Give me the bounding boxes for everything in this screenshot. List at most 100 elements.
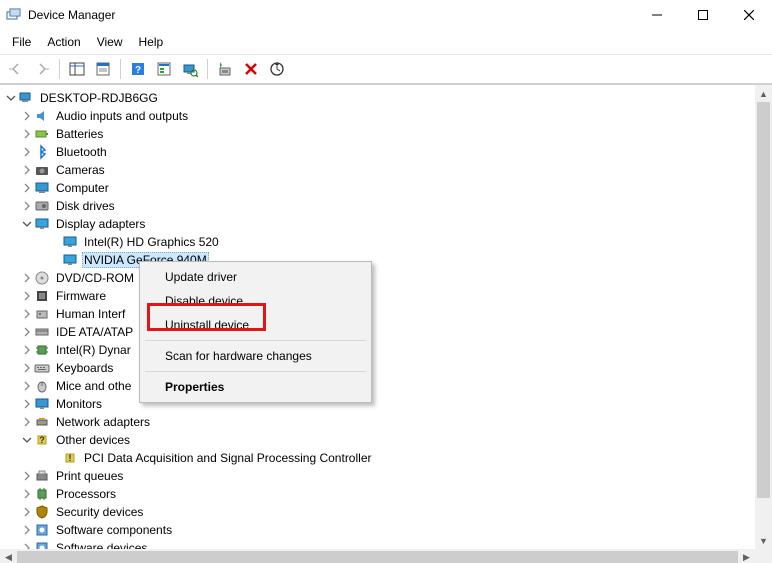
- expand-collapse-icon[interactable]: [20, 217, 34, 231]
- expand-collapse-icon[interactable]: [20, 343, 34, 357]
- maximize-button[interactable]: [680, 0, 726, 30]
- tree-category[interactable]: Software devices: [4, 539, 755, 549]
- camera-icon: [34, 162, 50, 178]
- expand-collapse-icon[interactable]: [20, 289, 34, 303]
- other-icon: ?: [34, 432, 50, 448]
- expand-collapse-icon[interactable]: [20, 163, 34, 177]
- scroll-up-button[interactable]: ▲: [755, 85, 772, 102]
- titlebar: Device Manager: [0, 0, 772, 30]
- forward-button[interactable]: [30, 57, 54, 81]
- tree-category[interactable]: Cameras: [4, 161, 755, 179]
- scroll-thumb-v[interactable]: [757, 102, 770, 498]
- enable-device-button[interactable]: [213, 57, 237, 81]
- tree-category[interactable]: Processors: [4, 485, 755, 503]
- keyboard-icon: [34, 360, 50, 376]
- scroll-down-button[interactable]: ▼: [755, 532, 772, 549]
- scroll-right-button[interactable]: ▶: [738, 549, 755, 563]
- help-button[interactable]: ?: [126, 57, 150, 81]
- expand-collapse-icon[interactable]: [20, 487, 34, 501]
- display-icon: [62, 252, 78, 268]
- scroll-left-button[interactable]: ◀: [0, 549, 17, 563]
- app-icon: [6, 7, 22, 23]
- expand-collapse-icon[interactable]: [20, 541, 34, 549]
- expand-collapse-icon[interactable]: [20, 505, 34, 519]
- hid-icon: [34, 306, 50, 322]
- tree-category[interactable]: Software components: [4, 521, 755, 539]
- menu-file[interactable]: File: [4, 33, 39, 51]
- back-button[interactable]: [4, 57, 28, 81]
- expand-collapse-icon[interactable]: [20, 325, 34, 339]
- tree-category[interactable]: Monitors: [4, 395, 755, 413]
- expand-collapse-icon[interactable]: [20, 109, 34, 123]
- scan-hardware-button[interactable]: [178, 57, 202, 81]
- tree-category[interactable]: Print queues: [4, 467, 755, 485]
- expand-collapse-icon[interactable]: [20, 145, 34, 159]
- device-tree[interactable]: DESKTOP-RDJB6GGAudio inputs and outputs B…: [0, 85, 755, 549]
- menu-action[interactable]: Action: [39, 33, 88, 51]
- expand-collapse-icon[interactable]: [20, 415, 34, 429]
- expand-collapse-icon[interactable]: [20, 469, 34, 483]
- network-icon: [34, 414, 50, 430]
- context-menu-item[interactable]: Disable device: [143, 289, 368, 313]
- tree-category[interactable]: Network adapters: [4, 413, 755, 431]
- menu-help[interactable]: Help: [131, 33, 172, 51]
- scroll-track-v[interactable]: [755, 102, 772, 532]
- software-icon: [34, 540, 50, 549]
- tree-category[interactable]: Mice and othe: [4, 377, 755, 395]
- properties-button[interactable]: [91, 57, 115, 81]
- tree-node-label: Intel(R) HD Graphics 520: [82, 235, 221, 249]
- context-menu-item[interactable]: Uninstall device: [143, 313, 368, 337]
- tree-category[interactable]: Intel(R) Dynar: [4, 341, 755, 359]
- context-menu-item[interactable]: Scan for hardware changes: [143, 344, 368, 368]
- tree-device[interactable]: NVIDIA GeForce 940M: [4, 251, 755, 269]
- expand-collapse-icon[interactable]: [20, 397, 34, 411]
- menu-view[interactable]: View: [89, 33, 131, 51]
- tree-category[interactable]: Computer: [4, 179, 755, 197]
- vertical-scrollbar[interactable]: ▲ ▼: [755, 85, 772, 549]
- tree-node-label: Software components: [54, 523, 174, 537]
- action-menu-button[interactable]: [152, 57, 176, 81]
- expand-collapse-icon[interactable]: [20, 307, 34, 321]
- context-menu-item[interactable]: Properties: [143, 375, 368, 399]
- tree-node-label: Security devices: [54, 505, 145, 519]
- tree-category[interactable]: Audio inputs and outputs: [4, 107, 755, 125]
- tree-category[interactable]: Human Interf: [4, 305, 755, 323]
- tree-device[interactable]: Intel(R) HD Graphics 520: [4, 233, 755, 251]
- show-hide-tree-button[interactable]: [65, 57, 89, 81]
- tree-category[interactable]: Display adapters: [4, 215, 755, 233]
- expand-collapse-icon[interactable]: [20, 379, 34, 393]
- close-button[interactable]: [726, 0, 772, 30]
- uninstall-device-button[interactable]: [239, 57, 263, 81]
- tree-category[interactable]: Keyboards: [4, 359, 755, 377]
- expand-collapse-icon[interactable]: [20, 199, 34, 213]
- window-controls: [634, 0, 772, 30]
- tree-root[interactable]: DESKTOP-RDJB6GG: [4, 89, 755, 107]
- svg-text:?: ?: [135, 65, 141, 76]
- tree-category[interactable]: Bluetooth: [4, 143, 755, 161]
- update-driver-button[interactable]: [265, 57, 289, 81]
- expand-collapse-icon[interactable]: [20, 271, 34, 285]
- tree-category[interactable]: ?Other devices: [4, 431, 755, 449]
- scroll-track-h[interactable]: [17, 549, 738, 563]
- context-menu-separator: [145, 371, 366, 372]
- tree-category[interactable]: Batteries: [4, 125, 755, 143]
- minimize-button[interactable]: [634, 0, 680, 30]
- expand-collapse-icon[interactable]: [4, 91, 18, 105]
- tree-device[interactable]: !PCI Data Acquisition and Signal Process…: [4, 449, 755, 467]
- context-menu-separator: [145, 340, 366, 341]
- expand-collapse-icon[interactable]: [20, 127, 34, 141]
- horizontal-scrollbar[interactable]: ◀ ▶: [0, 549, 755, 563]
- scroll-thumb-h[interactable]: [17, 551, 738, 563]
- tree-category[interactable]: Security devices: [4, 503, 755, 521]
- tree-node-label: Cameras: [54, 163, 107, 177]
- expand-collapse-icon[interactable]: [20, 523, 34, 537]
- expand-collapse-icon[interactable]: [20, 181, 34, 195]
- expand-collapse-icon[interactable]: [20, 433, 34, 447]
- tree-category[interactable]: Firmware: [4, 287, 755, 305]
- context-menu-item[interactable]: Update driver: [143, 265, 368, 289]
- tree-category[interactable]: IDE ATA/ATAP: [4, 323, 755, 341]
- tree-category[interactable]: Disk drives: [4, 197, 755, 215]
- tree-category[interactable]: DVD/CD-ROM: [4, 269, 755, 287]
- tree-node-label: Batteries: [54, 127, 105, 141]
- expand-collapse-icon[interactable]: [20, 361, 34, 375]
